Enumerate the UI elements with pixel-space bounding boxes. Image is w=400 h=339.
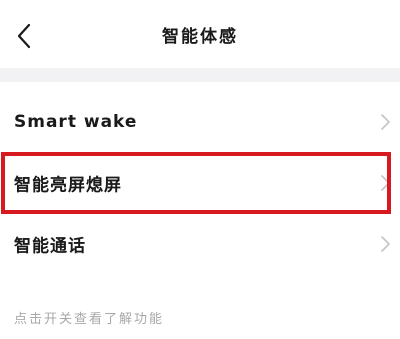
setting-item-smart-wake[interactable]: Smart wake — [0, 92, 400, 152]
chevron-right-icon — [381, 236, 390, 252]
header-bar: 智能体感 — [0, 0, 400, 68]
page-title: 智能体感 — [162, 27, 238, 47]
setting-item-label: Smart wake — [14, 112, 138, 132]
chevron-right-icon — [381, 114, 390, 130]
setting-item-smart-call[interactable]: 智能通话 — [0, 214, 400, 274]
hint-text: 点击开关查看了解功能 — [14, 312, 165, 327]
highlight-box — [1, 152, 391, 214]
settings-screen: 智能体感 Smart wake 智能亮屏熄屏 智能通话 点击开关查看了解功能 — [0, 0, 400, 339]
section-divider — [0, 68, 400, 82]
setting-item-label: 智能通话 — [14, 236, 86, 257]
